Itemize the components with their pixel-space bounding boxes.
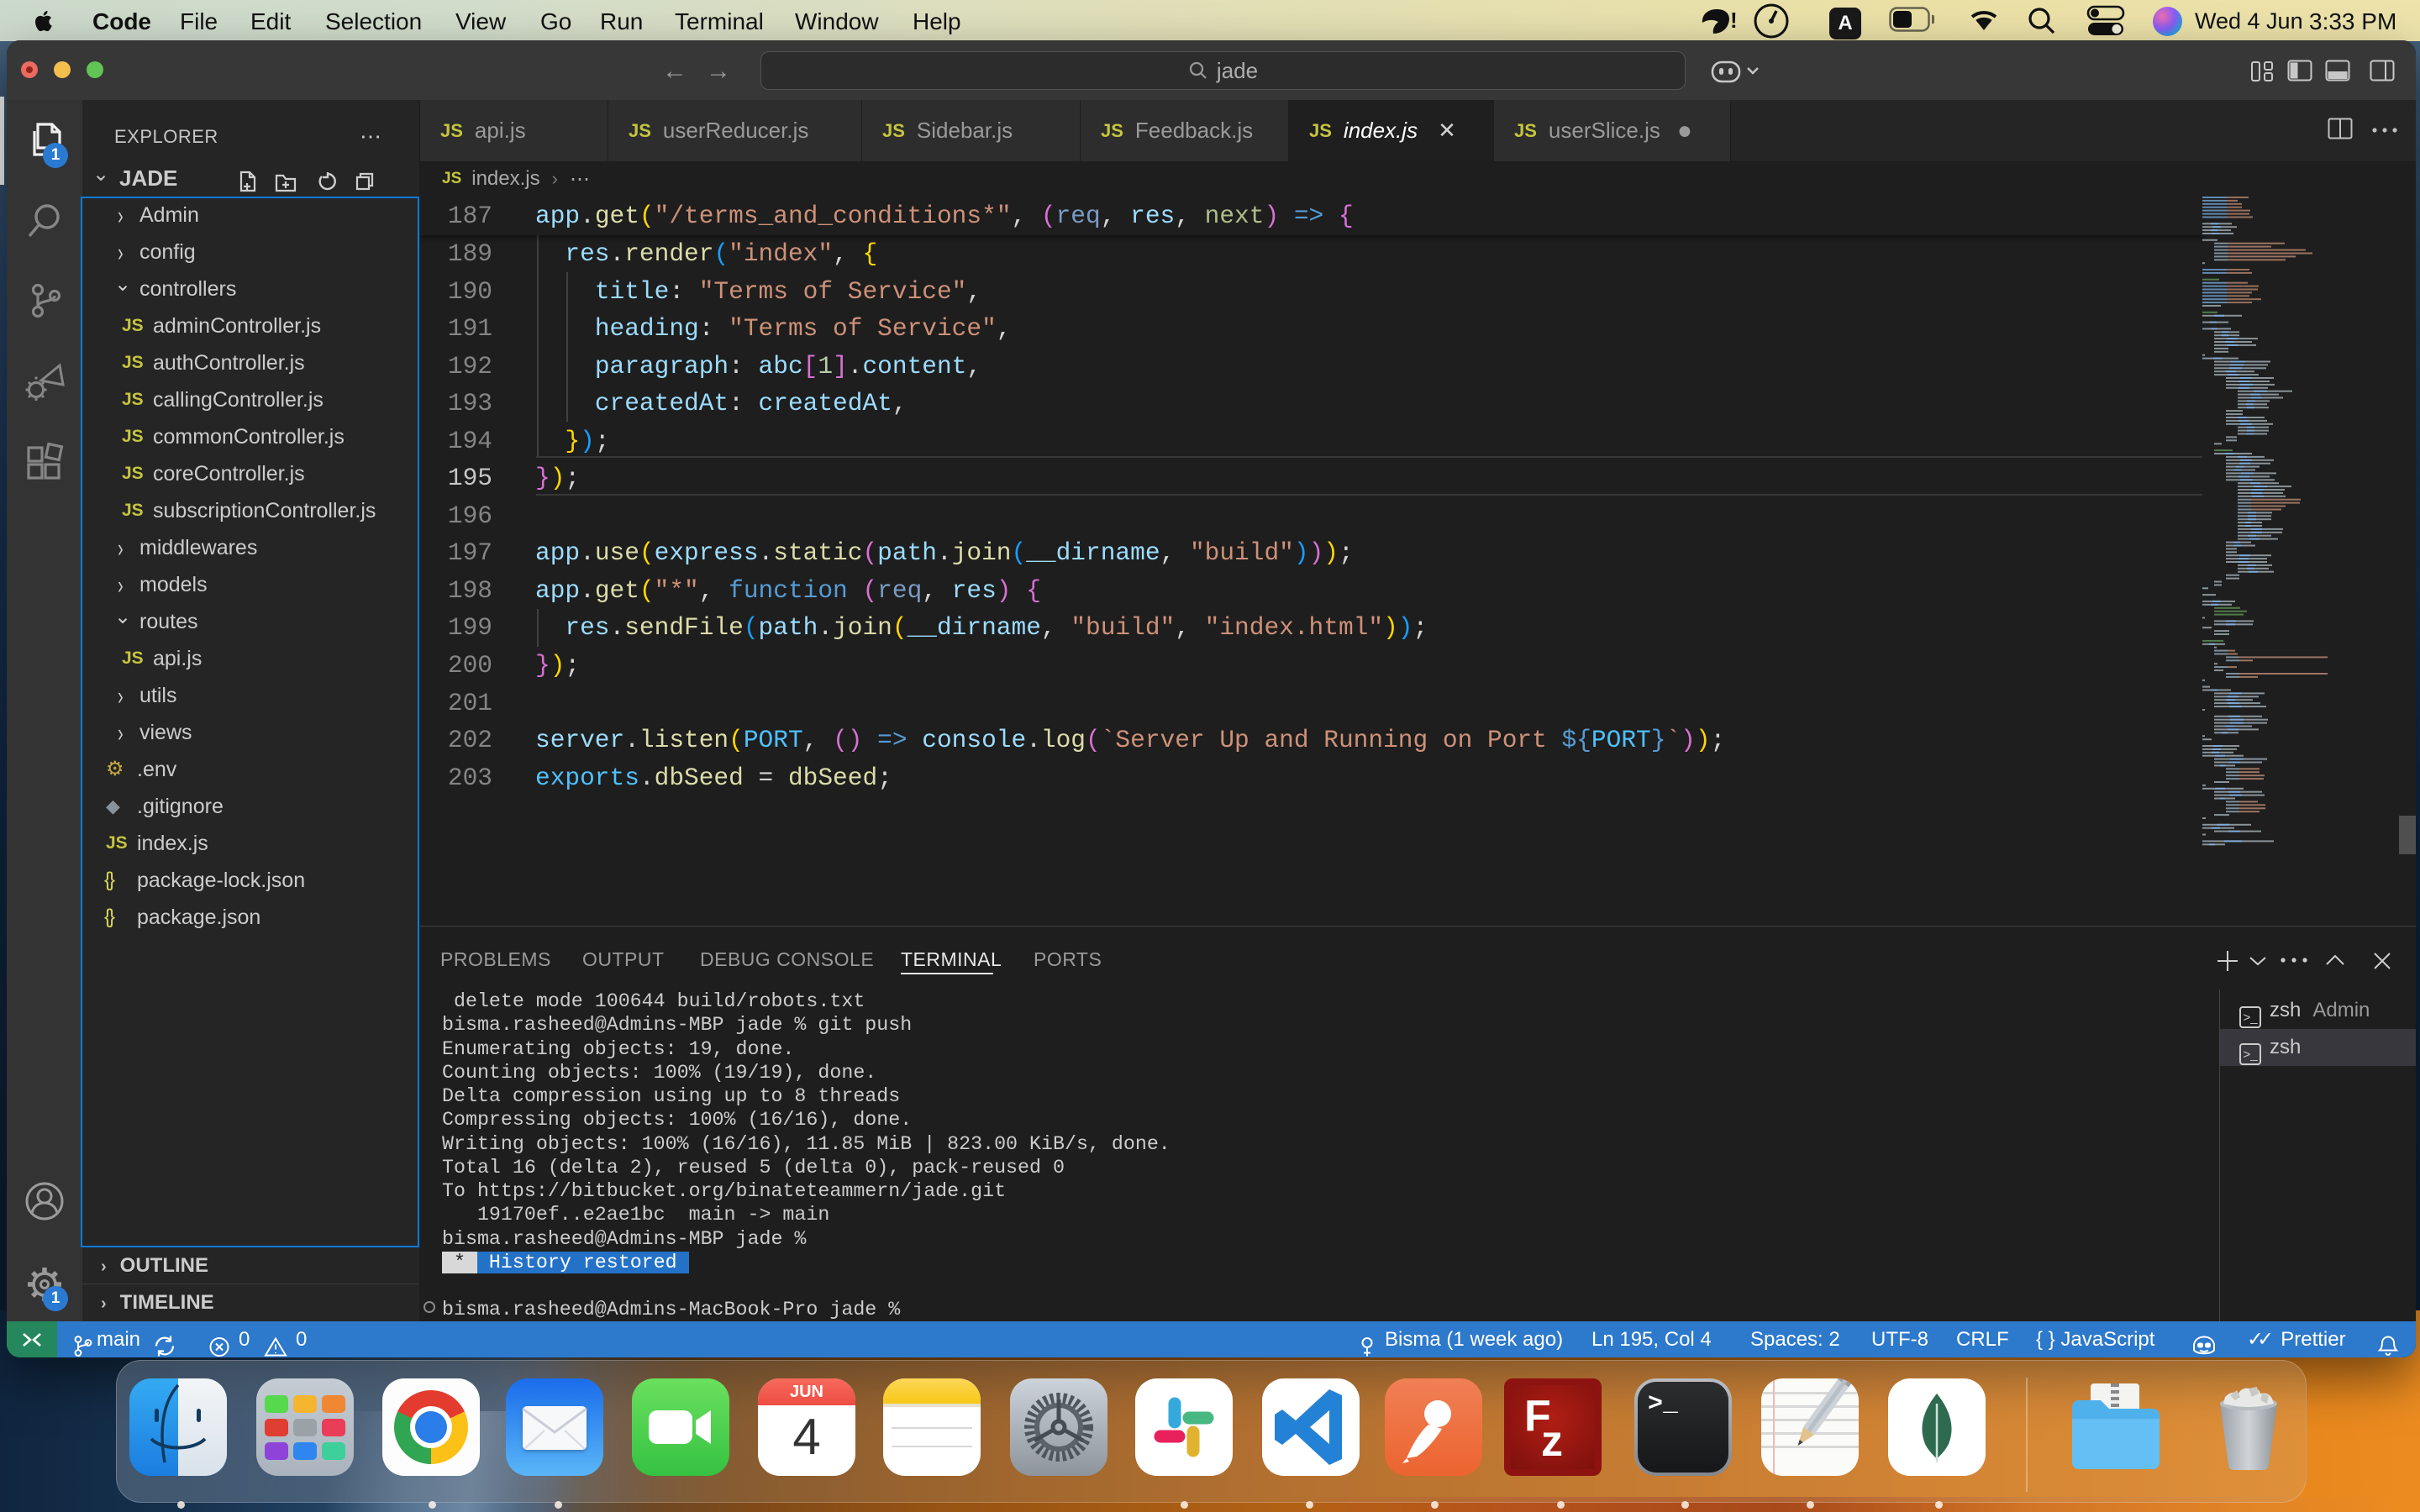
svg-text:!: ! xyxy=(1730,8,1738,33)
svg-text:z: z xyxy=(1541,1417,1563,1466)
